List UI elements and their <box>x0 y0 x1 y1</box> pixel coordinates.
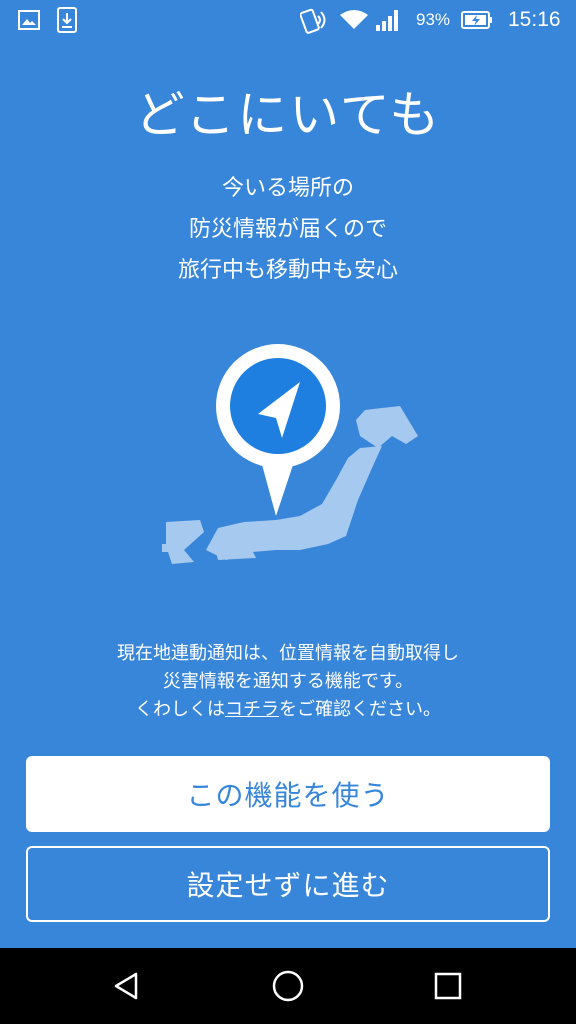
navigation-bar <box>0 948 576 1024</box>
page-title: どこにいても <box>134 86 442 144</box>
subtitle: 今いる場所の 防災情報が届くので 旅行中も移動中も安心 <box>0 168 576 291</box>
recents-icon[interactable] <box>424 962 472 1010</box>
nfc-icon <box>300 0 330 40</box>
home-icon[interactable] <box>264 962 312 1010</box>
description-text: くわしくは <box>135 699 225 720</box>
subtitle-line: 防災情報が届くので <box>188 217 387 242</box>
back-icon[interactable] <box>104 962 152 1010</box>
wifi-icon <box>340 0 368 40</box>
subtitle-line: 旅行中も移動中も安心 <box>177 258 398 283</box>
feature-description: 現在地連動通知は、位置情報を自動取得し 災害情報を通知する機能です。 くわしくは… <box>0 640 576 724</box>
subtitle-line: 今いる場所の <box>221 176 354 201</box>
description-text: をご確認ください。 <box>279 699 441 720</box>
battery-charging-icon <box>461 0 493 40</box>
signal-icon <box>376 0 402 40</box>
description-line: くわしくはコチラをご確認ください。 <box>0 696 576 724</box>
status-bar: 93% 15:16 <box>0 0 576 40</box>
clock: 15:16 <box>508 8 561 31</box>
japan-map-illustration <box>160 340 430 570</box>
details-link[interactable]: コチラ <box>225 699 279 720</box>
description-line: 災害情報を通知する機能です。 <box>162 671 414 692</box>
battery-percent: 93% <box>416 10 451 29</box>
location-pin-icon <box>216 344 340 516</box>
image-icon <box>18 0 40 40</box>
use-feature-button[interactable]: この機能を使う <box>26 756 550 832</box>
description-line: 現在地連動通知は、位置情報を自動取得し <box>117 643 459 664</box>
skip-setup-button[interactable]: 設定せずに進む <box>26 846 550 922</box>
download-icon <box>57 0 77 40</box>
